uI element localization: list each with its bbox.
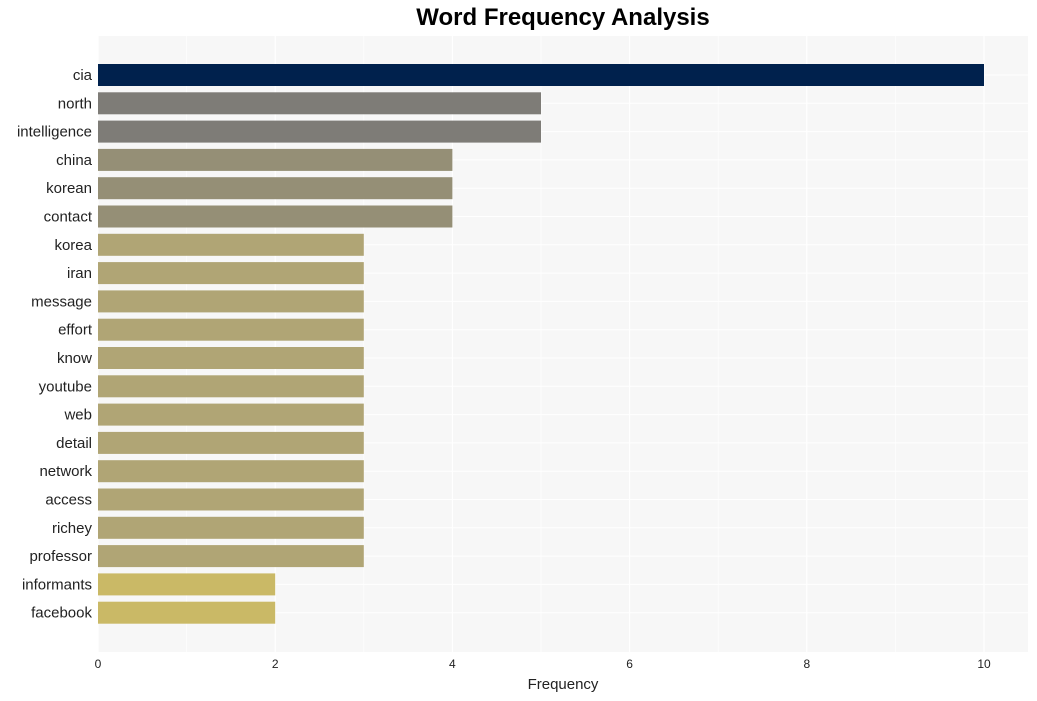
y-tick-label: cia (73, 67, 93, 84)
y-tick-label: contact (44, 209, 93, 226)
bar-access (98, 488, 364, 511)
y-tick-label: facebook (31, 605, 92, 622)
y-tick-label: web (63, 407, 92, 424)
x-tick-label: 10 (977, 657, 991, 671)
bar-detail (98, 431, 364, 454)
bar-network (98, 460, 364, 483)
y-tick-label: youtube (39, 378, 92, 395)
bar-chart: cia north intelligence china korean contact ko… (17, 36, 1028, 693)
bar-web (98, 403, 364, 426)
x-tick-label: 8 (803, 657, 810, 671)
bar-korea (98, 233, 364, 256)
x-tick-label: 2 (272, 657, 279, 671)
y-tick-label: professor (29, 548, 92, 565)
bar-contact (98, 205, 453, 228)
bar-intelligence (98, 120, 541, 143)
x-tick-label: 0 (95, 657, 102, 671)
bar-cia (98, 64, 984, 86)
y-tick-label: detail (56, 435, 92, 452)
y-tick-label: china (56, 152, 93, 169)
y-tick-label: iran (67, 265, 92, 282)
y-tick-label: korean (46, 180, 92, 197)
y-tick-label: korea (54, 237, 92, 254)
x-tick-labels: 0 2 4 6 8 10 (95, 657, 991, 671)
bar-richey (98, 516, 364, 539)
bar-korean (98, 177, 453, 200)
y-tick-label: informants (22, 576, 92, 593)
y-tick-label: north (58, 95, 92, 112)
x-tick-label: 4 (449, 657, 456, 671)
y-tick-label: know (57, 350, 92, 367)
bar-facebook (98, 601, 276, 624)
bar-youtube (98, 375, 364, 398)
bar-professor (98, 545, 364, 568)
bar-china (98, 148, 453, 171)
y-tick-label: intelligence (17, 124, 92, 141)
bar-north (98, 92, 541, 115)
y-tick-label: richey (52, 520, 93, 537)
y-tick-label: network (39, 463, 92, 480)
bar-message (98, 290, 364, 313)
bar-informants (98, 573, 276, 596)
y-tick-label: message (31, 293, 92, 310)
bar-iran (98, 262, 364, 285)
y-tick-label: effort (58, 322, 93, 339)
y-tick-labels: cia north intelligence china korean contact ko… (17, 67, 93, 622)
bar-effort (98, 318, 364, 341)
x-axis-label: Frequency (528, 676, 599, 693)
x-tick-label: 6 (626, 657, 633, 671)
y-tick-label: access (45, 492, 92, 509)
bar-know (98, 347, 364, 369)
